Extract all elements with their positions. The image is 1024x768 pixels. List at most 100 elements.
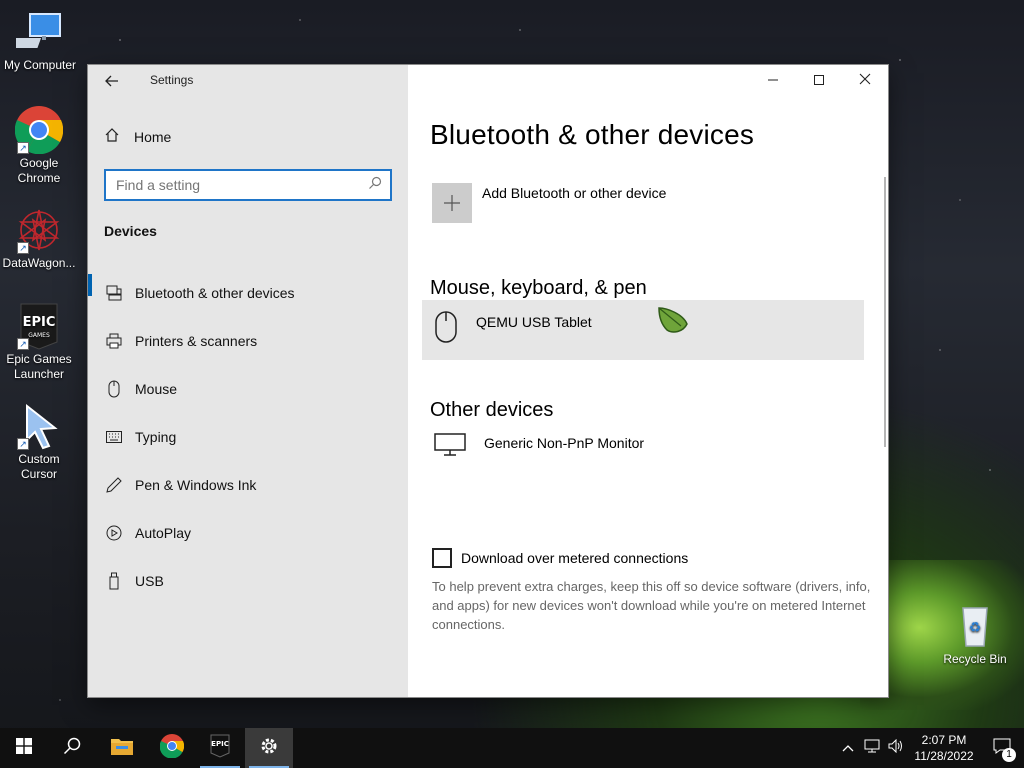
desktop-icon-datawagon[interactable]: ↗ DataWagon... — [0, 206, 79, 271]
close-button[interactable] — [842, 65, 888, 97]
settings-window: Settings Home Devices Bluetooth & other … — [88, 65, 888, 697]
group-title-other-devices: Other devices — [430, 399, 554, 421]
desktop-icon-label: Custom Cursor — [18, 452, 60, 481]
printer-icon — [104, 331, 124, 351]
search-taskbar-button[interactable] — [48, 728, 96, 768]
search-icon — [63, 737, 81, 759]
notification-count-badge: 1 — [1002, 747, 1016, 762]
page-title: Bluetooth & other devices — [430, 119, 755, 150]
sidebar-nav: Bluetooth & other devices Printers & sca… — [88, 274, 408, 605]
metered-label: Download over metered connections — [461, 550, 689, 566]
desktop-icon-label: Google Chrome — [17, 156, 61, 185]
search-input[interactable] — [106, 171, 356, 199]
notification-center-button[interactable]: 1 — [980, 738, 1024, 762]
chevron-up-icon[interactable] — [836, 739, 860, 757]
home-nav-item[interactable]: Home — [104, 127, 171, 146]
desktop-icon-label: My Computer — [3, 58, 77, 72]
home-icon — [104, 127, 120, 146]
folder-icon — [110, 736, 134, 760]
desktop-icon-my-computer[interactable]: My Computer — [0, 8, 80, 73]
svg-text:GAMES: GAMES — [28, 332, 50, 339]
volume-icon[interactable] — [884, 738, 908, 758]
chrome-icon — [159, 734, 185, 762]
sidebar-item-label: Mouse — [135, 381, 178, 397]
shortcut-arrow-icon: ↗ — [17, 242, 29, 254]
desktop-icon-label: Epic Games Launcher — [6, 352, 72, 381]
search-box[interactable] — [104, 169, 392, 201]
taskbar: EPIC 2:07 PM 11/28/2022 1 — [0, 728, 1024, 768]
add-device-label: Add Bluetooth or other device — [482, 185, 667, 201]
maximize-icon — [814, 73, 824, 89]
sidebar-item-label: Bluetooth & other devices — [135, 285, 295, 301]
settings-taskbar-button[interactable] — [245, 728, 293, 768]
sidebar-item-usb[interactable]: USB — [88, 557, 408, 605]
sidebar-item-mouse[interactable]: Mouse — [88, 365, 408, 413]
metered-checkbox[interactable] — [432, 548, 452, 568]
search-icon[interactable] — [368, 176, 384, 192]
desktop-icon-google-chrome[interactable]: ↗ Google Chrome — [0, 106, 79, 186]
svg-text:EPIC: EPIC — [23, 315, 56, 330]
network-icon[interactable] — [860, 739, 884, 758]
desktop-icon-recycle-bin[interactable]: ♻ Recycle Bin — [935, 602, 1015, 667]
sidebar-item-label: Pen & Windows Ink — [135, 477, 257, 493]
sidebar-item-printers[interactable]: Printers & scanners — [88, 317, 408, 365]
epic-games-taskbar-button[interactable]: EPIC — [196, 728, 244, 768]
svg-text:EPIC: EPIC — [211, 740, 229, 748]
window-title: Settings — [150, 73, 194, 87]
device-item-generic-monitor[interactable]: Generic Non-PnP Monitor — [422, 421, 864, 481]
shortcut-arrow-icon: ↗ — [17, 438, 29, 450]
device-item-qemu-tablet[interactable]: QEMU USB Tablet — [422, 300, 864, 360]
mouse-icon — [434, 310, 458, 347]
section-label-devices: Devices — [104, 223, 157, 239]
shortcut-arrow-icon: ↗ — [17, 142, 29, 154]
minimize-button[interactable] — [750, 65, 796, 97]
back-arrow-icon[interactable] — [100, 71, 124, 95]
metered-connections-setting[interactable]: Download over metered connections — [432, 548, 688, 568]
monitor-icon — [434, 431, 466, 460]
sidebar-item-label: AutoPlay — [135, 525, 192, 541]
cursor-app-icon: ↗ — [15, 402, 63, 450]
desktop-icon-label: DataWagon... — [2, 256, 76, 270]
minimize-icon — [768, 73, 778, 89]
device-name: Generic Non-PnP Monitor — [484, 435, 645, 451]
sidebar-item-typing[interactable]: Typing — [88, 413, 408, 461]
recycle-bin-icon: ♻ — [951, 602, 999, 650]
clock-time: 2:07 PM — [921, 733, 967, 747]
desktop-icon-custom-cursor[interactable]: ↗ Custom Cursor — [0, 402, 79, 482]
metered-help-text: To help prevent extra charges, keep this… — [432, 579, 871, 632]
datawagon-icon: ↗ — [15, 206, 63, 254]
desktop-icon-label: Recycle Bin — [943, 652, 1007, 666]
sidebar-item-autoplay[interactable]: AutoPlay — [88, 509, 408, 557]
sidebar-item-bluetooth[interactable]: Bluetooth & other devices — [88, 269, 408, 317]
mouse-icon — [104, 379, 124, 399]
sidebar-item-pen[interactable]: Pen & Windows Ink — [88, 461, 408, 509]
desktop-icon-epic-games[interactable]: EPIC GAMES ↗ Epic Games Launcher — [0, 302, 79, 382]
windows-logo-icon — [16, 738, 32, 758]
svg-text:♻: ♻ — [969, 619, 982, 635]
start-button[interactable] — [0, 728, 48, 768]
epic-games-icon: EPIC — [209, 734, 231, 762]
clock-date: 11/28/2022 — [914, 749, 974, 763]
settings-content: Bluetooth & other devices Add Bluetooth … — [408, 65, 888, 697]
leaf-cursor-icon — [657, 306, 689, 336]
gear-icon — [259, 736, 279, 760]
chrome-icon: ↗ — [14, 106, 64, 155]
sidebar-item-label: Printers & scanners — [135, 333, 258, 349]
shortcut-arrow-icon: ↗ — [17, 338, 29, 350]
close-icon — [859, 73, 871, 89]
system-tray: 2:07 PM 11/28/2022 1 — [836, 728, 1024, 768]
maximize-button[interactable] — [796, 65, 842, 97]
settings-sidebar: Settings Home Devices Bluetooth & other … — [88, 65, 408, 697]
chrome-taskbar-button[interactable] — [148, 728, 196, 768]
autoplay-icon — [104, 523, 124, 543]
bluetooth-devices-icon — [104, 283, 124, 303]
computer-icon — [7, 8, 64, 56]
group-title-input-devices: Mouse, keyboard, & pen — [430, 277, 647, 299]
clock[interactable]: 2:07 PM 11/28/2022 — [908, 732, 980, 764]
file-explorer-button[interactable] — [98, 728, 146, 768]
device-name: QEMU USB Tablet — [476, 314, 592, 330]
add-device-button[interactable]: Add Bluetooth or other device — [432, 183, 666, 223]
content-scrollbar[interactable] — [884, 177, 886, 447]
sidebar-item-label: USB — [135, 573, 164, 589]
pen-icon — [104, 475, 124, 495]
